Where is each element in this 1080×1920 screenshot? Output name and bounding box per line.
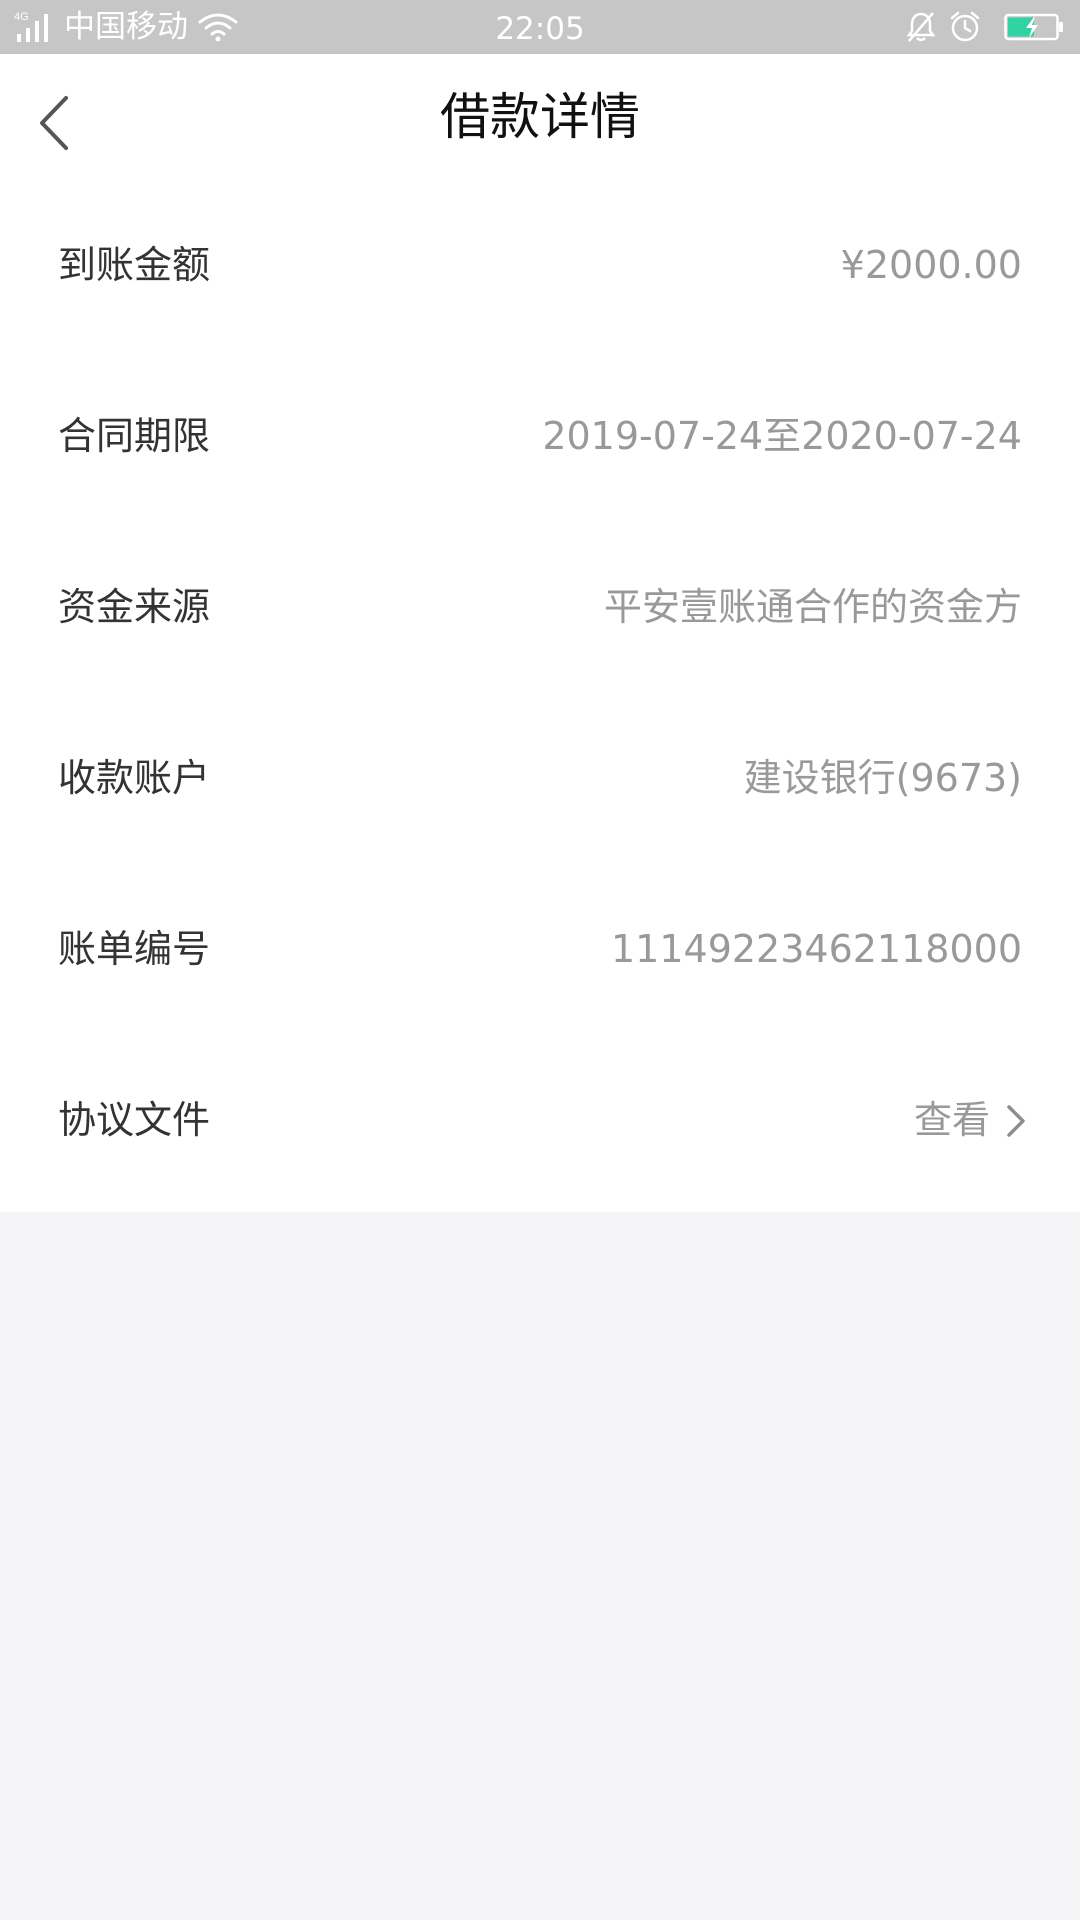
detail-label: 资金来源 — [58, 585, 211, 629]
battery-charging-icon — [1004, 13, 1063, 41]
detail-row-contract-term: 合同期限 2019-07-24至2020-07-24 — [0, 351, 1080, 522]
alarm-icon — [950, 11, 980, 42]
detail-value: 建设银行(9673) — [743, 756, 1022, 800]
detail-row-receiving-account: 收款账户 建设银行(9673) — [0, 693, 1080, 864]
page-title: 借款详情 — [440, 88, 640, 146]
detail-row-fund-source: 资金来源 平安壹账通合作的资金方 — [0, 522, 1080, 693]
detail-label: 到账金额 — [58, 243, 211, 287]
navigation-bar: 借款详情 — [0, 54, 1080, 180]
detail-label: 收款账户 — [58, 756, 211, 800]
detail-value: 11149223462118000 — [610, 927, 1022, 971]
detail-row-amount: 到账金额 ¥2000.00 — [0, 180, 1080, 351]
loan-detail-list: 到账金额 ¥2000.00 合同期限 2019-07-24至2020-07-24… — [0, 180, 1080, 1212]
status-bar: 4G 中国移动 22:05 — [0, 0, 1080, 54]
detail-label: 合同期限 — [58, 414, 211, 458]
detail-label: 账单编号 — [58, 927, 211, 971]
detail-row-agreement-file[interactable]: 协议文件 查看 — [0, 1035, 1080, 1206]
mute-bell-icon — [906, 12, 936, 42]
detail-row-bill-number: 账单编号 11149223462118000 — [0, 864, 1080, 1035]
detail-value: ¥2000.00 — [840, 243, 1022, 287]
detail-value: 2019-07-24至2020-07-24 — [542, 414, 1022, 458]
view-link-label: 查看 — [913, 1098, 990, 1142]
detail-value: 平安壹账通合作的资金方 — [603, 585, 1022, 629]
detail-label: 协议文件 — [58, 1098, 211, 1142]
view-agreement-link[interactable]: 查看 — [914, 1035, 1028, 1206]
status-bar-right — [904, 0, 1064, 54]
back-button[interactable] — [30, 90, 84, 156]
chevron-right-icon — [1007, 1104, 1025, 1137]
chevron-left-icon — [40, 96, 68, 150]
